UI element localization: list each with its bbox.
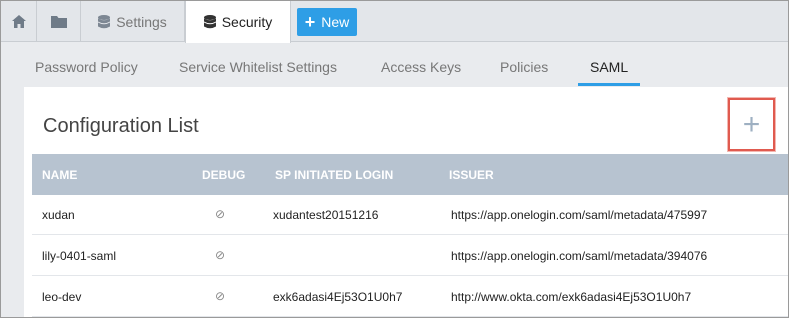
table-row[interactable]: lily-0401-saml ⊘ https://app.onelogin.co… — [32, 236, 788, 276]
tab-security-label: Security — [221, 14, 273, 30]
home-icon — [11, 15, 26, 28]
tab-library[interactable] — [37, 1, 81, 42]
tab-password-policy[interactable]: Password Policy — [35, 59, 138, 75]
tab-security[interactable]: Security — [185, 1, 291, 43]
tab-policies[interactable]: Policies — [500, 59, 548, 75]
tab-service-whitelist-settings[interactable]: Service Whitelist Settings — [179, 59, 337, 75]
configuration-panel: Configuration List + NAME DEBUG SP INITI… — [24, 87, 788, 317]
database-icon — [203, 15, 216, 29]
new-button-label: New — [321, 14, 350, 30]
top-tab-bar: Settings Security + New — [1, 1, 788, 43]
cell-sp-login: xudantest20151216 — [273, 208, 379, 222]
new-button[interactable]: + New — [297, 8, 357, 36]
cell-sp-login: exk6adasi4Ej53O1U0h7 — [273, 290, 403, 304]
column-header-debug[interactable]: DEBUG — [202, 168, 245, 182]
active-tab-indicator — [578, 83, 640, 86]
tab-home[interactable] — [1, 1, 37, 42]
folder-icon — [50, 15, 67, 28]
debug-disabled-icon: ⊘ — [215, 248, 226, 262]
plus-icon: + — [304, 12, 316, 32]
cell-issuer: https://app.onelogin.com/saml/metadata/3… — [451, 249, 708, 263]
table-row[interactable]: xudan ⊘ xudantest20151216 https://app.on… — [32, 195, 788, 235]
column-header-issuer[interactable]: ISSUER — [449, 168, 494, 182]
database-icon — [98, 14, 111, 29]
tab-settings[interactable]: Settings — [81, 1, 185, 42]
table-row[interactable]: leo-dev ⊘ exk6adasi4Ej53O1U0h7 http://ww… — [32, 277, 788, 317]
debug-disabled-icon: ⊘ — [215, 207, 226, 221]
page-title: Configuration List — [43, 115, 199, 137]
app-window: Settings Security + New Password Policy … — [0, 0, 789, 318]
cell-name: leo-dev — [42, 290, 82, 304]
cell-name: lily-0401-saml — [42, 249, 117, 263]
cell-issuer: http://www.okta.com/exk6adasi4Ej53O1U0h7 — [451, 290, 692, 304]
plus-icon: + — [742, 107, 761, 141]
add-configuration-button[interactable]: + — [728, 98, 775, 151]
tab-saml[interactable]: SAML — [590, 59, 628, 75]
debug-disabled-icon: ⊘ — [215, 289, 226, 303]
cell-issuer: https://app.onelogin.com/saml/metadata/4… — [451, 208, 708, 222]
table-header: NAME DEBUG SP INITIATED LOGIN ISSUER — [32, 154, 788, 195]
sub-tab-bar: Password Policy Service Whitelist Settin… — [1, 43, 788, 87]
tab-settings-label: Settings — [116, 13, 167, 30]
tab-access-keys[interactable]: Access Keys — [381, 59, 461, 75]
column-header-name[interactable]: NAME — [42, 168, 77, 182]
cell-name: xudan — [42, 208, 75, 222]
column-header-sp-initiated-login[interactable]: SP INITIATED LOGIN — [275, 168, 393, 182]
